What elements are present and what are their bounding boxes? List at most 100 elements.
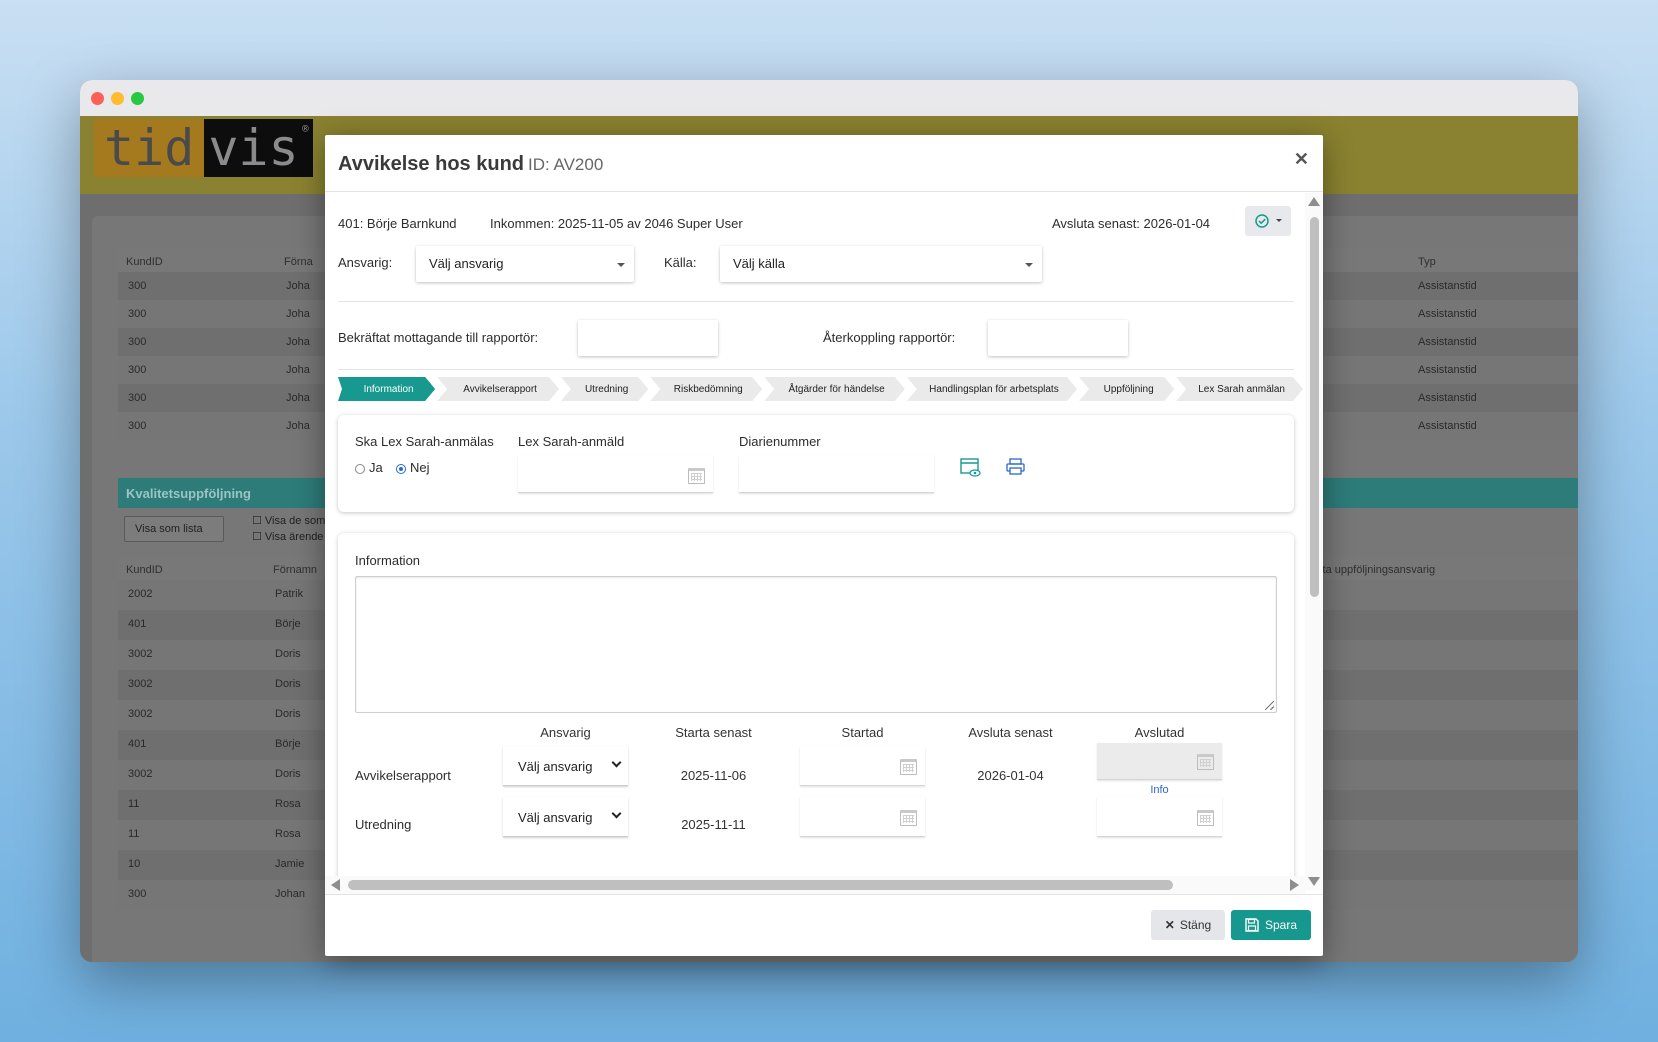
caret-down-icon xyxy=(617,263,625,267)
row-label-avvikelserapport: Avvikelserapport xyxy=(355,768,451,783)
chevron-down-icon xyxy=(611,757,622,768)
calendar-icon[interactable] xyxy=(1197,810,1214,826)
view-mode-select[interactable]: Visa som lista xyxy=(124,516,224,542)
scroll-down-icon[interactable] xyxy=(1308,877,1320,886)
close-button[interactable]: ✕ Stäng xyxy=(1151,910,1225,940)
check-circle-icon xyxy=(1255,214,1282,228)
row1-start-by: 2025-11-06 xyxy=(680,768,747,783)
col-ansvarig: Ansvarig xyxy=(540,725,591,740)
row2-started-date[interactable] xyxy=(800,797,925,837)
row2-responsible-select[interactable]: Välj ansvarig xyxy=(503,797,628,837)
close-window-button[interactable] xyxy=(91,92,104,105)
info-link[interactable]: Info xyxy=(1097,784,1222,796)
step-lex-sarah[interactable]: Lex Sarah anmälan xyxy=(1176,377,1303,401)
divider xyxy=(338,369,1294,370)
step-uppfoljning[interactable]: Uppföljning xyxy=(1079,377,1174,401)
modal-header: Avvikelse hos kund ID: AV200 ✕ xyxy=(325,135,1323,192)
logo-left-text: tid xyxy=(94,119,205,177)
header-fornamn: Förna xyxy=(284,256,313,268)
step-information[interactable]: Information xyxy=(338,377,435,401)
modal-title: Avvikelse hos kund ID: AV200 xyxy=(338,153,604,175)
information-label: Information xyxy=(355,553,421,568)
lex-reported-date-input[interactable] xyxy=(518,455,713,493)
minimize-window-button[interactable] xyxy=(111,92,124,105)
step-utredning[interactable]: Utredning xyxy=(561,377,648,401)
process-steps: Information Avvikelserapport Utredning R… xyxy=(338,377,1305,401)
col-startad: Startad xyxy=(841,725,884,740)
vertical-scrollbar[interactable] xyxy=(1305,193,1323,890)
header-typ: Typ xyxy=(1418,256,1436,268)
header-kundid[interactable]: KundID xyxy=(126,564,163,576)
calendar-icon[interactable] xyxy=(688,468,705,484)
information-textarea[interactable] xyxy=(355,576,1277,713)
radio-nej[interactable]: Nej xyxy=(396,460,430,475)
responsible-select[interactable]: Välj ansvarig xyxy=(416,246,634,282)
header-kundid: KundID xyxy=(126,256,163,268)
col-avsluta-senast: Avsluta senast xyxy=(968,725,1053,740)
diary-label: Diarienummer xyxy=(739,434,821,449)
scroll-right-icon[interactable] xyxy=(1290,879,1299,891)
lex-sarah-card: Ska Lex Sarah-anmälas Ja Nej Lex Sarah-a… xyxy=(338,415,1294,512)
row2-finished-date[interactable] xyxy=(1097,797,1222,837)
row1-started-date[interactable] xyxy=(800,746,925,786)
radio-ja[interactable]: Ja xyxy=(355,460,383,475)
horizontal-scrollbar[interactable] xyxy=(325,876,1305,894)
checkbox-visa-arende[interactable]: ☐ Visa ärende xyxy=(252,530,323,543)
deadline-info: Avsluta senast: 2026-01-04 xyxy=(1052,216,1211,231)
divider xyxy=(338,301,1294,302)
source-select[interactable]: Välj källa xyxy=(720,246,1042,282)
logo-right-block: vis ® xyxy=(204,119,313,177)
calendar-icon[interactable] xyxy=(900,759,917,775)
feedback-label: Återkoppling rapportör: xyxy=(823,330,956,345)
feedback-date-input[interactable] xyxy=(988,320,1128,356)
chevron-down-icon xyxy=(611,808,622,819)
status-dropdown-button[interactable] xyxy=(1245,206,1291,236)
step-atgarder[interactable]: Åtgärder för händelse xyxy=(764,377,905,401)
row1-end-by: 2026-01-04 xyxy=(977,768,1044,783)
preview-icon[interactable] xyxy=(960,458,982,478)
logo-registered-mark: ® xyxy=(302,122,309,135)
confirmed-date-input[interactable] xyxy=(578,320,718,356)
received-info: Inkommen: 2025-11-05 av 2046 Super User xyxy=(490,216,743,231)
save-button[interactable]: Spara xyxy=(1231,910,1311,940)
scroll-up-icon[interactable] xyxy=(1308,197,1320,206)
row1-responsible-select[interactable]: Välj ansvarig xyxy=(503,746,628,786)
step-handlingsplan[interactable]: Handlingsplan för arbetsplats xyxy=(907,377,1077,401)
responsible-label: Ansvarig: xyxy=(338,255,393,270)
tidvis-logo[interactable]: tid vis ® xyxy=(94,119,313,177)
calendar-icon xyxy=(1197,754,1214,770)
scroll-thumb[interactable] xyxy=(1310,217,1319,597)
row-label-utredning: Utredning xyxy=(355,817,412,832)
window-titlebar xyxy=(80,80,1578,116)
row2-start-by: 2025-11-11 xyxy=(681,817,746,832)
step-avvikelserapport[interactable]: Avvikelserapport xyxy=(437,377,559,401)
modal-id: ID: AV200 xyxy=(528,155,604,174)
print-icon[interactable] xyxy=(1006,458,1026,476)
information-card: Information Ansvarig Starta senast Start… xyxy=(338,533,1294,890)
lex-reported-label: Lex Sarah-anmäld xyxy=(518,434,625,449)
close-icon: ✕ xyxy=(1164,918,1175,932)
col-starta-senast: Starta senast xyxy=(675,725,752,740)
diary-number-input[interactable] xyxy=(739,455,934,493)
caret-down-icon xyxy=(1025,263,1033,267)
calendar-icon[interactable] xyxy=(900,810,917,826)
modal-footer: ✕ Stäng Spara xyxy=(325,894,1323,956)
scroll-thumb[interactable] xyxy=(348,880,1173,890)
checkbox-visa-de-som[interactable]: ☐ Visa de som xyxy=(252,514,325,527)
close-icon[interactable]: ✕ xyxy=(1294,149,1309,170)
step-riskbedomning[interactable]: Riskbedömning xyxy=(650,377,762,401)
source-label: Källa: xyxy=(664,255,697,270)
save-icon xyxy=(1245,918,1259,932)
col-avslutad: Avslutad xyxy=(1134,725,1185,740)
resize-handle-icon[interactable] xyxy=(1265,701,1274,710)
modal-body: 401: Börje Barnkund Inkommen: 2025-11-05… xyxy=(325,193,1305,890)
header-fornamn[interactable]: Förnamn xyxy=(273,564,317,576)
lex-question-label: Ska Lex Sarah-anmälas xyxy=(355,434,494,449)
row1-finished-date xyxy=(1097,743,1222,780)
confirmed-label: Bekräftat mottagande till rapportör: xyxy=(338,330,539,345)
maximize-window-button[interactable] xyxy=(131,92,144,105)
deviation-modal: Avvikelse hos kund ID: AV200 ✕ 401: Börje… xyxy=(325,135,1323,956)
scroll-left-icon[interactable] xyxy=(331,879,340,891)
logo-right-text: vis xyxy=(208,119,299,177)
customer-info: 401: Börje Barnkund xyxy=(338,216,457,231)
